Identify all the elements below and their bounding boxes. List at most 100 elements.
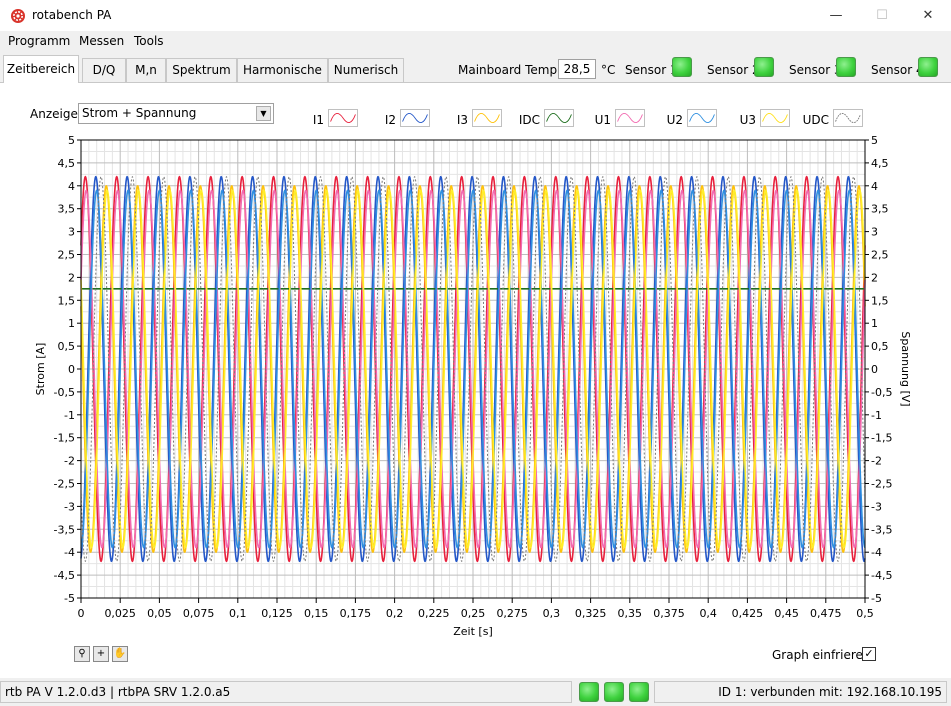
tab-numerisch[interactable]: Numerisch xyxy=(328,58,404,82)
tab-dq[interactable]: D/Q xyxy=(82,58,126,82)
y2-tick-label: 5 xyxy=(871,134,878,147)
y-tick-label: -4,5 xyxy=(54,569,75,582)
x-tick-label: 0,5 xyxy=(856,607,874,620)
y-tick-label: -2,5 xyxy=(54,478,75,491)
time-domain-chart: 0 0,025 0,05 0,075 0,1 0,125 0,15 0,175 0,2 0,225… xyxy=(34,134,912,638)
y-tick-label: 1 xyxy=(68,317,75,330)
y2-tick-label: 1 xyxy=(871,317,878,330)
y2-tick-label: 3 xyxy=(871,226,878,239)
y2-tick-label: 0,5 xyxy=(871,340,889,353)
mainboard-temp-unit: °C xyxy=(601,63,616,77)
y2-tick-label: -2 xyxy=(871,455,882,468)
y-tick-label: 0,5 xyxy=(58,340,76,353)
crosshair-icon[interactable]: + xyxy=(93,646,109,662)
y-tick-label: -5 xyxy=(64,592,75,605)
y-tick-label: -1 xyxy=(64,409,75,422)
zeitbereich-panel: Anzeige: Strom + Spannung ▼ I1 I2 I3 IDC… xyxy=(0,83,951,678)
x-tick-label: 0 xyxy=(78,607,85,620)
x-tick-label: 0,15 xyxy=(304,607,329,620)
version-info: rtb PA V 1.2.0.d3 | rtbPA SRV 1.2.0.a5 xyxy=(0,681,572,703)
minimize-button[interactable]: — xyxy=(813,0,859,31)
mainboard-temp-value: 28,5 xyxy=(558,59,596,79)
y2-tick-label: -1 xyxy=(871,409,882,422)
x-tick-label: 0,25 xyxy=(461,607,486,620)
mainboard-temp-label: Mainboard Temp.: xyxy=(458,63,565,77)
y-tick-label: -0,5 xyxy=(54,386,75,399)
y2-tick-label: 4,5 xyxy=(871,157,889,170)
y-tick-label: 3 xyxy=(68,226,75,239)
y2-tick-label: -1,5 xyxy=(871,432,892,445)
y-tick-label: 2,5 xyxy=(58,249,76,262)
y2-tick-label: 3,5 xyxy=(871,203,889,216)
x-tick-label: 0,075 xyxy=(183,607,215,620)
x-tick-label: 0,325 xyxy=(575,607,607,620)
status-led-2-icon xyxy=(604,682,624,702)
y-tick-label: 1,5 xyxy=(58,294,76,307)
title-bar: rotabench PA — ☐ ✕ xyxy=(0,0,951,31)
y2-tick-label: -5 xyxy=(871,592,882,605)
x-tick-label: 0,375 xyxy=(653,607,685,620)
x-tick-label: 0,025 xyxy=(104,607,136,620)
graph-freeze-label: Graph einfrieren: xyxy=(772,648,875,662)
sensor-3-label: Sensor 3 xyxy=(789,63,842,77)
x-tick-label: 0,275 xyxy=(496,607,528,620)
status-bar: rtb PA V 1.2.0.d3 | rtbPA SRV 1.2.0.a5 I… xyxy=(0,678,951,706)
x-tick-label: 0,1 xyxy=(229,607,247,620)
x-tick-label: 0,175 xyxy=(340,607,372,620)
y2-tick-label: -3,5 xyxy=(871,523,892,536)
window-title: rotabench PA xyxy=(32,8,112,22)
y-tick-label: -3 xyxy=(64,500,75,513)
y2-tick-label: -2,5 xyxy=(871,478,892,491)
menu-tools[interactable]: Tools xyxy=(134,34,164,48)
x-tick-label: 0,4 xyxy=(699,607,717,620)
y2-tick-label: 0 xyxy=(871,363,878,376)
y-tick-label: 4,5 xyxy=(58,157,76,170)
y-tick-label: -3,5 xyxy=(54,523,75,536)
y-tick-label: 2 xyxy=(68,271,75,284)
x-axis-label: Zeit [s] xyxy=(453,625,492,638)
tab-spektrum[interactable]: Spektrum xyxy=(166,58,237,82)
gear-icon xyxy=(11,9,25,23)
close-button[interactable]: ✕ xyxy=(905,0,951,31)
status-led-1-icon xyxy=(579,682,599,702)
y-tick-label: 4 xyxy=(68,180,75,193)
hand-icon[interactable]: ✋ xyxy=(112,646,128,662)
tab-zeitbereich[interactable]: Zeitbereich xyxy=(3,55,79,83)
sensor-2-label: Sensor 2 xyxy=(707,63,760,77)
x-tick-label: 0,35 xyxy=(618,607,643,620)
sensor-2-led-icon xyxy=(754,57,774,77)
menu-bar: Programm Messen Tools xyxy=(0,31,951,53)
y2-tick-label: 2,5 xyxy=(871,249,889,262)
x-tick-label: 0,425 xyxy=(732,607,764,620)
y-tick-label: 3,5 xyxy=(58,203,76,216)
y-axis-label: Strom [A] xyxy=(34,343,47,396)
y2-tick-label: -0,5 xyxy=(871,386,892,399)
x-tick-label: 0,05 xyxy=(147,607,172,620)
sensor-3-led-icon xyxy=(836,57,856,77)
y-tick-label: 5 xyxy=(68,134,75,147)
menu-messen[interactable]: Messen xyxy=(79,34,124,48)
status-led-3-icon xyxy=(629,682,649,702)
x-tick-label: 0,45 xyxy=(774,607,799,620)
maximize-button[interactable]: ☐ xyxy=(859,0,905,31)
menu-programm[interactable]: Programm xyxy=(8,34,70,48)
tab-harmonische[interactable]: Harmonische xyxy=(237,58,328,82)
tab-mn[interactable]: M,n xyxy=(126,58,166,82)
y2-tick-label: 2 xyxy=(871,271,878,284)
y-tick-label: 0 xyxy=(68,363,75,376)
connection-status: ID 1: verbunden mit: 192.168.10.195 xyxy=(654,681,947,703)
y2-tick-label: -4,5 xyxy=(871,569,892,582)
sensor-4-led-icon xyxy=(918,57,938,77)
tab-strip: Zeitbereich D/Q M,n Spektrum Harmonische… xyxy=(0,53,951,83)
zoom-icon[interactable]: ⚲ xyxy=(74,646,90,662)
y-tick-label: -1,5 xyxy=(54,432,75,445)
x-tick-label: 0,2 xyxy=(386,607,404,620)
y2-tick-label: 4 xyxy=(871,180,878,193)
sensor-1-led-icon xyxy=(672,57,692,77)
sensor-4-label: Sensor 4 xyxy=(871,63,924,77)
y2-tick-label: -4 xyxy=(871,546,882,559)
y-tick-label: -4 xyxy=(64,546,75,559)
y2-tick-label: 1,5 xyxy=(871,294,889,307)
y2-axis-label: Spannung [V] xyxy=(899,331,912,406)
graph-freeze-checkbox[interactable]: ✓ xyxy=(862,647,876,661)
